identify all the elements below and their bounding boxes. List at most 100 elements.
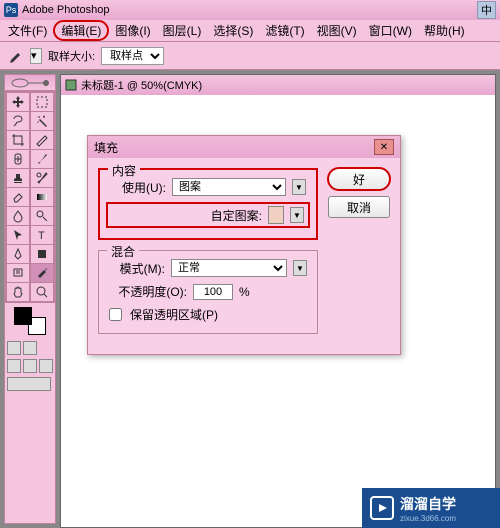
custom-pattern-row: 自定图案: ▼	[106, 202, 310, 228]
foreground-color[interactable]	[14, 307, 32, 325]
path-select-tool[interactable]	[7, 226, 29, 244]
titlebar: Ps Adobe Photoshop 中	[0, 0, 500, 20]
content-legend: 内容	[108, 162, 140, 179]
dialog-titlebar[interactable]: 填充 ✕	[88, 136, 400, 158]
dialog-body: 内容 使用(U): 图案 ▼ 自定图案: ▼	[88, 158, 400, 354]
app-title: Adobe Photoshop	[22, 4, 477, 16]
document-canvas[interactable]: 填充 ✕ 内容 使用(U): 图案 ▼	[61, 95, 495, 527]
dialog-buttons: 好 取消	[328, 168, 390, 344]
history-brush-tool[interactable]	[31, 169, 53, 187]
screen-mode-row	[5, 357, 55, 375]
eyedropper-icon	[6, 47, 24, 65]
preserve-checkbox[interactable]	[109, 308, 122, 321]
workspace: T 未	[0, 70, 500, 528]
opacity-unit: %	[239, 285, 250, 299]
jump-to-imageready[interactable]	[7, 377, 51, 391]
use-select[interactable]: 图案	[172, 178, 286, 196]
watermark: 溜溜自学 zixue.3d66.com	[362, 488, 500, 528]
shape-tool[interactable]	[31, 245, 53, 263]
mode-dropdown-arrow[interactable]: ▼	[293, 260, 307, 276]
opacity-label: 不透明度(O):	[109, 283, 187, 300]
document-window: 未标题-1 @ 50%(CMYK) 填充 ✕ 内容	[60, 74, 496, 528]
slice-tool[interactable]	[31, 131, 53, 149]
type-tool[interactable]: T	[31, 226, 53, 244]
jump-row	[5, 375, 55, 393]
zoom-tool[interactable]	[31, 283, 53, 301]
pattern-swatch[interactable]	[268, 206, 284, 224]
ok-button[interactable]: 好	[328, 168, 390, 190]
opacity-input[interactable]	[193, 284, 233, 300]
menu-help[interactable]: 帮助(H)	[418, 20, 471, 41]
tool-preset-dropdown[interactable]: ▾	[30, 48, 42, 64]
marquee-tool[interactable]	[31, 93, 53, 111]
menu-window[interactable]: 窗口(W)	[363, 20, 418, 41]
mode-label: 模式(M):	[109, 260, 165, 277]
cancel-button[interactable]: 取消	[328, 196, 390, 218]
eraser-tool[interactable]	[7, 188, 29, 206]
fill-dialog: 填充 ✕ 内容 使用(U): 图案 ▼	[87, 135, 401, 355]
pen-tool[interactable]	[7, 245, 29, 263]
mode-row: 模式(M): 正常 ▼	[109, 259, 307, 277]
use-dropdown-arrow[interactable]: ▼	[292, 179, 306, 195]
custom-pattern-label: 自定图案:	[112, 207, 262, 224]
lasso-tool[interactable]	[7, 112, 29, 130]
dialog-title-text: 填充	[94, 139, 118, 156]
menu-select[interactable]: 选择(S)	[207, 20, 259, 41]
watermark-text-wrap: 溜溜自学 zixue.3d66.com	[400, 494, 456, 523]
brush-tool[interactable]	[31, 150, 53, 168]
sample-size-label: 取样大小:	[48, 48, 95, 64]
use-label: 使用(U):	[110, 179, 166, 196]
tool-grid: T	[5, 91, 55, 303]
menu-view[interactable]: 视图(V)	[311, 20, 363, 41]
toolbox-header[interactable]	[5, 75, 55, 91]
menu-image[interactable]: 图像(I)	[109, 20, 156, 41]
sample-size-select[interactable]: 取样点	[101, 47, 164, 65]
healing-tool[interactable]	[7, 150, 29, 168]
notes-tool[interactable]	[7, 264, 29, 282]
blend-legend: 混合	[107, 243, 139, 260]
menu-edit[interactable]: 编辑(E)	[53, 20, 109, 41]
eyedropper-tool[interactable]	[31, 264, 53, 282]
screen-full[interactable]	[39, 359, 53, 373]
toolbox: T	[4, 74, 56, 524]
blur-tool[interactable]	[7, 207, 29, 225]
preserve-row: 保留透明区域(P)	[109, 306, 307, 323]
dodge-tool[interactable]	[31, 207, 53, 225]
wand-tool[interactable]	[31, 112, 53, 130]
dialog-close-button[interactable]: ✕	[374, 139, 394, 155]
edit-mode-row	[5, 339, 55, 357]
app-icon: Ps	[4, 3, 18, 17]
watermark-text: 溜溜自学	[400, 494, 456, 514]
document-title: 未标题-1 @ 50%(CMYK)	[81, 77, 202, 93]
screen-standard[interactable]	[7, 359, 21, 373]
menubar: 文件(F) 编辑(E) 图像(I) 图层(L) 选择(S) 滤镜(T) 视图(V…	[0, 20, 500, 42]
ext-button[interactable]: 中	[477, 1, 496, 19]
stamp-tool[interactable]	[7, 169, 29, 187]
document-titlebar[interactable]: 未标题-1 @ 50%(CMYK)	[61, 75, 495, 95]
document-icon	[65, 79, 77, 91]
watermark-icon	[370, 496, 394, 520]
blend-fieldset: 混合 模式(M): 正常 ▼ 不透明度(O): %	[98, 250, 318, 334]
content-fieldset: 内容 使用(U): 图案 ▼ 自定图案: ▼	[98, 168, 318, 240]
svg-text:T: T	[38, 230, 45, 242]
hand-tool[interactable]	[7, 283, 29, 301]
menu-filter[interactable]: 滤镜(T)	[259, 20, 310, 41]
menu-file[interactable]: 文件(F)	[2, 20, 53, 41]
quickmask-mode[interactable]	[23, 341, 37, 355]
standard-mode[interactable]	[7, 341, 21, 355]
move-tool[interactable]	[7, 93, 29, 111]
menu-layer[interactable]: 图层(L)	[157, 20, 208, 41]
gradient-tool[interactable]	[31, 188, 53, 206]
use-row: 使用(U): 图案 ▼	[110, 178, 306, 196]
pattern-dropdown-arrow[interactable]: ▼	[290, 207, 304, 223]
color-swatches	[5, 303, 55, 339]
mode-select[interactable]: 正常	[171, 259, 287, 277]
preserve-label: 保留透明区域(P)	[130, 306, 218, 323]
crop-tool[interactable]	[7, 131, 29, 149]
watermark-url: zixue.3d66.com	[400, 514, 456, 523]
optionbar: ▾ 取样大小: 取样点	[0, 42, 500, 70]
canvas-area: 未标题-1 @ 50%(CMYK) 填充 ✕ 内容	[56, 70, 500, 528]
screen-full-menu[interactable]	[23, 359, 37, 373]
opacity-row: 不透明度(O): %	[109, 283, 307, 300]
dialog-left: 内容 使用(U): 图案 ▼ 自定图案: ▼	[98, 168, 318, 344]
